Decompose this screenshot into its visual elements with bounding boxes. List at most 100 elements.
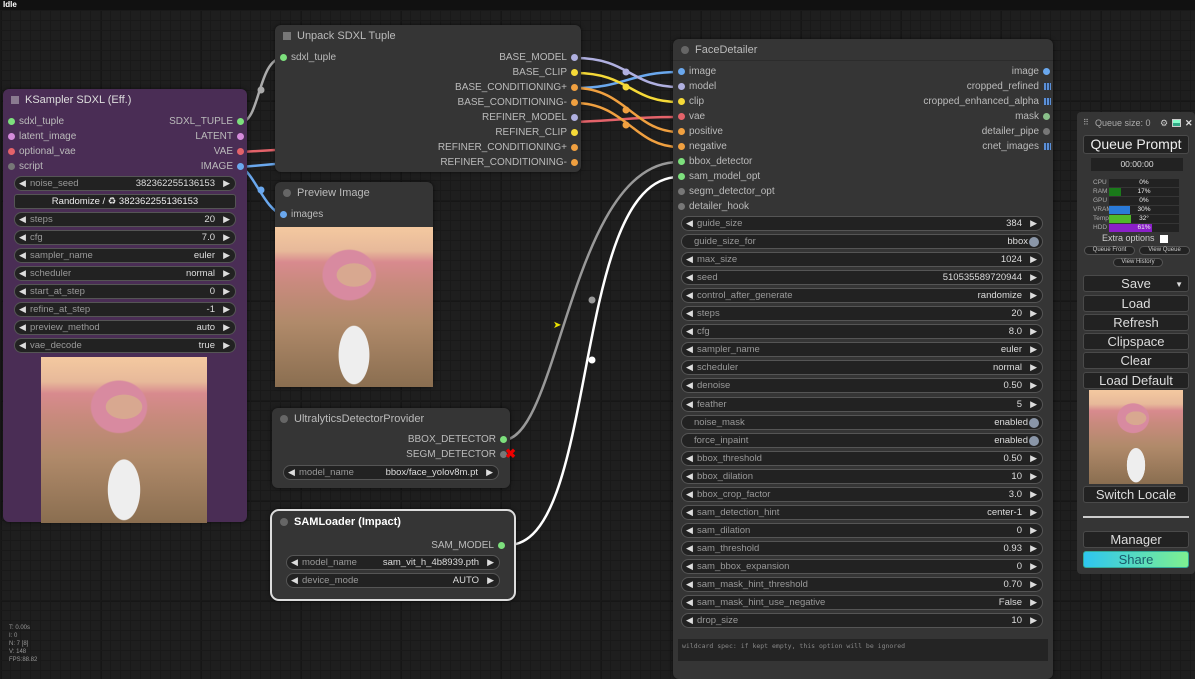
pin-icon[interactable] (678, 128, 685, 135)
output-refiner-model[interactable]: REFINER_MODEL (482, 111, 581, 125)
decrement-icon[interactable]: ◀ (19, 213, 26, 226)
increment-icon[interactable]: ▶ (1030, 614, 1037, 627)
ksampler-node[interactable]: KSampler SDXL (Eff.) sdxl_tuple latent_i… (3, 89, 247, 523)
pin-icon[interactable] (8, 118, 15, 125)
widget-drop-size[interactable]: ◀ drop_size 10 ▶ (681, 613, 1043, 629)
pin-icon[interactable] (571, 114, 578, 121)
pin-icon[interactable] (678, 113, 685, 120)
widget-force-inpaint[interactable]: force_inpaint enabled (681, 432, 1043, 448)
increment-icon[interactable]: ▶ (1030, 524, 1037, 537)
widget-start-at-step[interactable]: ◀ start_at_step 0 ▶ (14, 284, 236, 299)
pin-icon[interactable] (237, 163, 244, 170)
pin-icon[interactable] (678, 173, 685, 180)
save-button[interactable]: Save ▼ (1083, 275, 1189, 292)
list-pin-icon[interactable] (1044, 98, 1051, 105)
widget-sam-dilation[interactable]: ◀ sam_dilation 0 ▶ (681, 522, 1043, 538)
pin-icon[interactable] (237, 118, 244, 125)
output-refiner-conditioning[interactable]: REFINER_CONDITIONING- (440, 156, 581, 170)
samloader-node[interactable]: SAMLoader (Impact) SAM_MODEL ◀ model_nam… (270, 509, 516, 601)
pin-icon[interactable] (280, 54, 287, 61)
decrement-icon[interactable]: ◀ (686, 307, 693, 320)
widget-noise-mask[interactable]: noise_mask enabled (681, 414, 1043, 430)
pin-icon[interactable] (678, 68, 685, 75)
node-title-bar[interactable]: Preview Image (275, 182, 433, 204)
toggle-knob-icon[interactable] (1029, 435, 1039, 446)
input-sdxl-tuple[interactable]: sdxl_tuple (3, 115, 64, 129)
output-sdxl-tuple[interactable]: SDXL_TUPLE (169, 115, 247, 129)
decrement-icon[interactable]: ◀ (686, 578, 693, 591)
pin-icon[interactable] (571, 84, 578, 91)
pin-icon[interactable] (8, 163, 15, 170)
save-dropdown-icon[interactable]: ▼ (1175, 277, 1183, 292)
widget-sam-bbox-expansion[interactable]: ◀ sam_bbox_expansion 0 ▶ (681, 558, 1043, 574)
increment-icon[interactable]: ▶ (223, 321, 230, 334)
pin-icon[interactable] (678, 83, 685, 90)
increment-icon[interactable]: ▶ (1030, 307, 1037, 320)
increment-icon[interactable]: ▶ (1030, 379, 1037, 392)
increment-icon[interactable]: ▶ (1030, 506, 1037, 519)
pin-icon[interactable] (280, 211, 287, 218)
decrement-icon[interactable]: ◀ (686, 506, 693, 519)
queue-prompt-button[interactable]: Queue Prompt (1083, 135, 1189, 154)
output-cnet-images[interactable]: cnet_images (982, 140, 1053, 154)
increment-icon[interactable]: ▶ (1030, 271, 1037, 284)
widget-refine-at-step[interactable]: ◀ refine_at_step -1 ▶ (14, 302, 236, 317)
decrement-icon[interactable]: ◀ (686, 217, 693, 230)
list-pin-icon[interactable] (1044, 83, 1051, 90)
widget-sam-detection-hint[interactable]: ◀ sam_detection_hint center-1 ▶ (681, 504, 1043, 520)
extra-options[interactable]: Extra options (1102, 233, 1169, 244)
manager-button[interactable]: Manager (1083, 531, 1189, 548)
share-button[interactable]: Share (1083, 551, 1189, 568)
widget-cfg[interactable]: ◀ cfg 7.0 ▶ (14, 230, 236, 245)
widget-sam-mask-hint-threshold[interactable]: ◀ sam_mask_hint_threshold 0.70 ▶ (681, 577, 1043, 592)
widget-max-size[interactable]: ◀ max_size 1024 ▶ (681, 252, 1043, 268)
ultralytics-detector-node[interactable]: UltralyticsDetectorProvider BBOX_DETECTO… (272, 408, 516, 488)
input-positive[interactable]: positive (673, 125, 723, 139)
decrement-icon[interactable]: ◀ (686, 542, 693, 555)
output-base-conditioning[interactable]: BASE_CONDITIONING+ (455, 81, 581, 95)
widget-device-mode[interactable]: ◀ device_mode AUTO ▶ (286, 573, 500, 588)
decrement-icon[interactable]: ◀ (19, 249, 26, 262)
widget-preview-method[interactable]: ◀ preview_method auto ▶ (14, 320, 236, 335)
pin-icon[interactable] (237, 148, 244, 155)
output-detailer-pipe[interactable]: detailer_pipe (982, 125, 1053, 139)
collapse-icon[interactable] (681, 46, 689, 54)
output-bbox-detector[interactable]: BBOX_DETECTOR (408, 433, 510, 447)
widget-sam-threshold[interactable]: ◀ sam_threshold 0.93 ▶ (681, 540, 1043, 556)
increment-icon[interactable]: ▶ (1030, 452, 1037, 465)
pin-icon[interactable] (1043, 128, 1050, 135)
increment-icon[interactable]: ▶ (223, 231, 230, 244)
pin-icon[interactable] (571, 99, 578, 106)
refresh-button[interactable]: Refresh (1083, 314, 1189, 331)
widget-scheduler[interactable]: ◀ scheduler normal ▶ (14, 266, 236, 281)
decrement-icon[interactable]: ◀ (19, 177, 26, 190)
close-icon[interactable]: ✕ (1185, 116, 1193, 130)
pin-icon[interactable] (498, 542, 505, 549)
increment-icon[interactable]: ▶ (1030, 488, 1037, 501)
decrement-icon[interactable]: ◀ (19, 339, 26, 352)
collapse-icon[interactable] (11, 96, 19, 104)
output-refiner-clip[interactable]: REFINER_CLIP (495, 126, 581, 140)
drag-handle-icon[interactable]: ⠿ (1083, 116, 1089, 130)
pin-icon[interactable] (571, 69, 578, 76)
widget-feather[interactable]: ◀ feather 5 ▶ (681, 396, 1043, 412)
widget-vae-decode[interactable]: ◀ vae_decode true ▶ (14, 338, 236, 353)
image-icon[interactable] (1172, 119, 1181, 127)
widget-scheduler[interactable]: ◀ scheduler normal ▶ (681, 360, 1043, 376)
increment-icon[interactable]: ▶ (223, 285, 230, 298)
input-images[interactable]: images (275, 208, 323, 222)
output-segm-detector[interactable]: SEGM_DETECTOR (406, 448, 510, 462)
widget-sampler-name[interactable]: ◀ sampler_name euler ▶ (681, 342, 1043, 358)
toggle-knob-icon[interactable] (1029, 417, 1039, 428)
decrement-icon[interactable]: ◀ (686, 379, 693, 392)
input-clip[interactable]: clip (673, 95, 704, 109)
increment-icon[interactable]: ▶ (1030, 470, 1037, 483)
input-vae[interactable]: vae (673, 110, 705, 124)
widget-guide-size[interactable]: ◀ guide_size 384 ▶ (681, 216, 1043, 231)
decrement-icon[interactable]: ◀ (19, 285, 26, 298)
decrement-icon[interactable]: ◀ (686, 398, 693, 411)
input-latent-image[interactable]: latent_image (3, 130, 76, 144)
randomize-button[interactable]: Randomize / ♻ 382362255136153 (14, 194, 236, 209)
decrement-icon[interactable]: ◀ (686, 361, 693, 374)
increment-icon[interactable]: ▶ (1030, 253, 1037, 266)
